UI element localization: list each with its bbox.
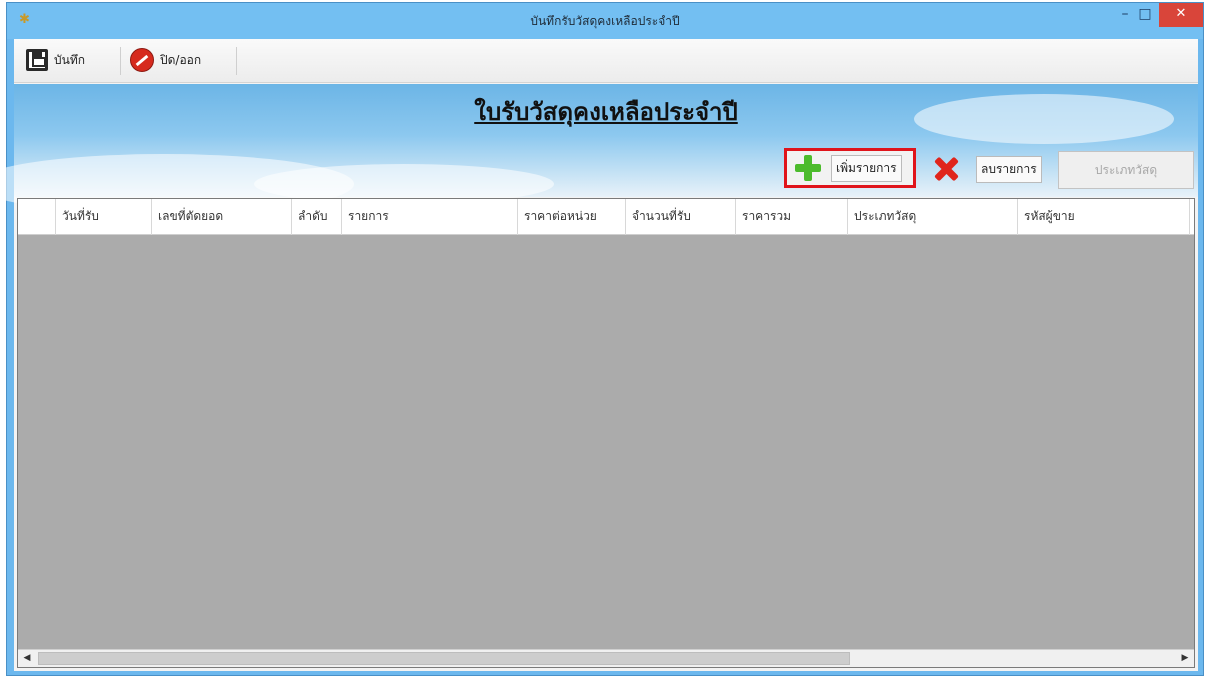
grid-header: วันที่รับ เลขที่ตัดยอด ลำดับ รายการ ราคา… [18,199,1194,235]
maximize-button[interactable]: □ [1135,3,1155,27]
close-exit-button[interactable]: ปิด/ออก [126,45,205,75]
close-exit-label: ปิด/ออก [160,52,202,67]
column-header-unit-price[interactable]: ราคาต่อหน่วย [518,199,626,235]
column-header-received-date[interactable]: วันที่รับ [56,199,152,235]
floppy-disk-icon [26,49,48,71]
column-header-material-type[interactable]: ประเภทวัสดุ [848,199,1018,235]
delete-item-button[interactable]: ลบรายการ [924,151,1054,187]
toolbar-divider [236,47,237,75]
delete-x-icon [934,157,958,181]
stop-icon [130,48,154,72]
minimize-button[interactable]: – [1115,3,1135,27]
save-button-label: บันทึก [54,52,85,67]
add-item-label: เพิ่มรายการ [831,154,902,182]
toolbar: บันทึก ปิด/ออก [14,39,1198,83]
close-window-button[interactable]: ✕ [1159,3,1203,27]
client-area: บันทึก ปิด/ออก ใบรับวัสดุคงเหลือประจำปี … [0,39,1198,671]
window-title: บันทึกรับวัสดุคงเหลือประจำปี [530,14,680,28]
row-header-corner[interactable] [18,199,56,235]
form-title: ใบรับวัสดุคงเหลือประจำปี [474,98,738,126]
plus-icon [795,155,821,181]
delete-item-label: ลบรายการ [976,155,1042,183]
column-header-quantity[interactable]: จำนวนที่รับ [626,199,736,235]
column-header-sequence[interactable]: ลำดับ [292,199,342,235]
toolbar-divider [120,47,121,75]
title-bar[interactable]: ✱ บันทึกรับวัสดุคงเหลือประจำปี – □ ✕ [7,3,1203,39]
column-header-total-price[interactable]: ราคารวม [736,199,848,235]
scroll-right-arrow-icon[interactable]: ▶ [1176,650,1194,667]
header-banner: ใบรับวัสดุคงเหลือประจำปี เพิ่มรายการ ลบร… [0,84,1198,214]
scroll-left-arrow-icon[interactable]: ◀ [18,650,36,667]
save-button[interactable]: บันทึก [22,45,89,75]
app-window: ✱ บันทึกรับวัสดุคงเหลือประจำปี – □ ✕ บัน… [0,2,1204,676]
items-grid[interactable]: วันที่รับ เลขที่ตัดยอด ลำดับ รายการ ราคา… [17,198,1195,668]
column-header-vendor-code[interactable]: รหัสผู้ขาย [1018,199,1190,235]
material-type-button[interactable]: ประเภทวัสดุ [1058,151,1194,189]
column-header-item[interactable]: รายการ [342,199,518,235]
column-header-cutoff-number[interactable]: เลขที่ตัดยอด [152,199,292,235]
scrollbar-thumb[interactable] [38,652,850,665]
add-item-button[interactable]: เพิ่มรายการ [784,148,916,188]
horizontal-scrollbar[interactable]: ◀ ▶ [18,649,1194,667]
